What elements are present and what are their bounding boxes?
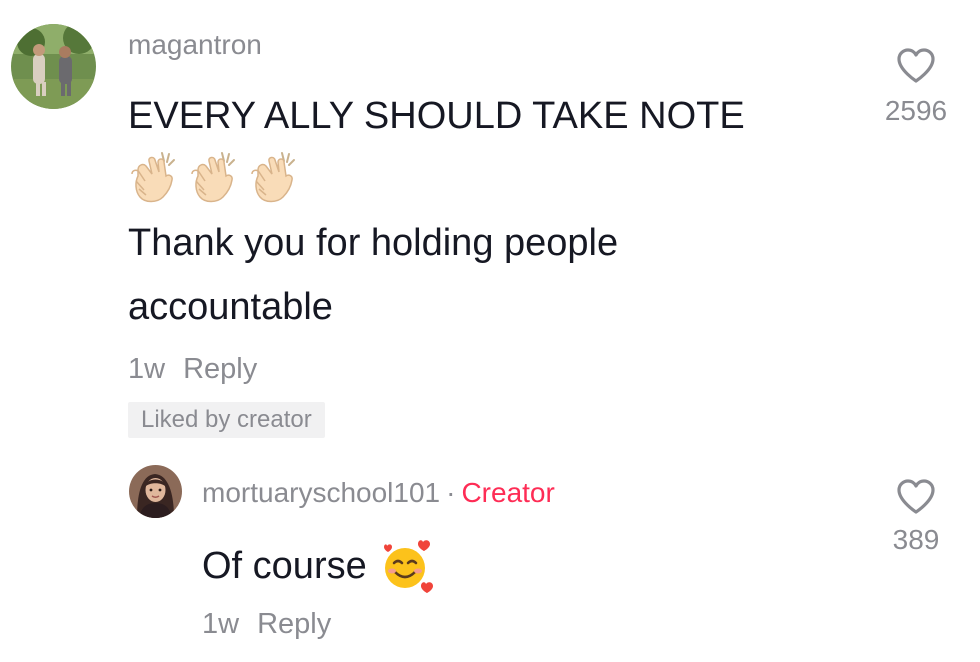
reply-like: 389 [871,478,961,556]
heart-outline-icon[interactable] [895,478,937,516]
reply-text-row: Of course [202,538,435,594]
like-count: 2596 [884,95,948,126]
reply-username[interactable]: mortuaryschool101 [202,477,440,508]
reply-text: Of course [202,545,367,587]
reply-username-row: mortuaryschool101 · Creator [202,477,555,509]
separator-dot: · [446,477,456,508]
comment-meta: 1w Reply [128,352,257,386]
avatar-photo [129,465,182,518]
creator-tag: Creator [461,477,555,508]
like-count: 389 [892,524,940,555]
comment-text-line-2: Thank you for holding people [128,222,619,264]
comment-username[interactable]: magantron [128,29,262,61]
heart-outline-icon[interactable] [895,47,937,85]
reply-meta: 1w Reply [202,607,331,641]
reply-button[interactable]: Reply [183,353,257,385]
comment-timestamp: 1w [128,353,166,385]
reply-avatar[interactable] [129,465,182,518]
comment-thread: magantron EVERY ALLY SHOULD TAKE NOTE Th… [0,0,980,662]
smiling-face-with-hearts-emoji [383,540,433,593]
comment-text-line-1: EVERY ALLY SHOULD TAKE NOTE [128,95,745,137]
reply-timestamp: 1w [202,608,240,640]
avatar[interactable] [11,24,96,109]
comment-text-line-3: accountable [128,286,333,328]
clapping-hands-emoji [191,152,235,203]
clapping-hands-emoji [131,152,175,203]
reply-button[interactable]: Reply [257,608,331,640]
liked-by-creator-badge: Liked by creator [128,402,325,438]
comment-like: 2596 [871,47,961,127]
avatar-photo [11,24,96,109]
comment-emoji-row [128,148,302,204]
clapping-hands-emoji [251,152,295,203]
